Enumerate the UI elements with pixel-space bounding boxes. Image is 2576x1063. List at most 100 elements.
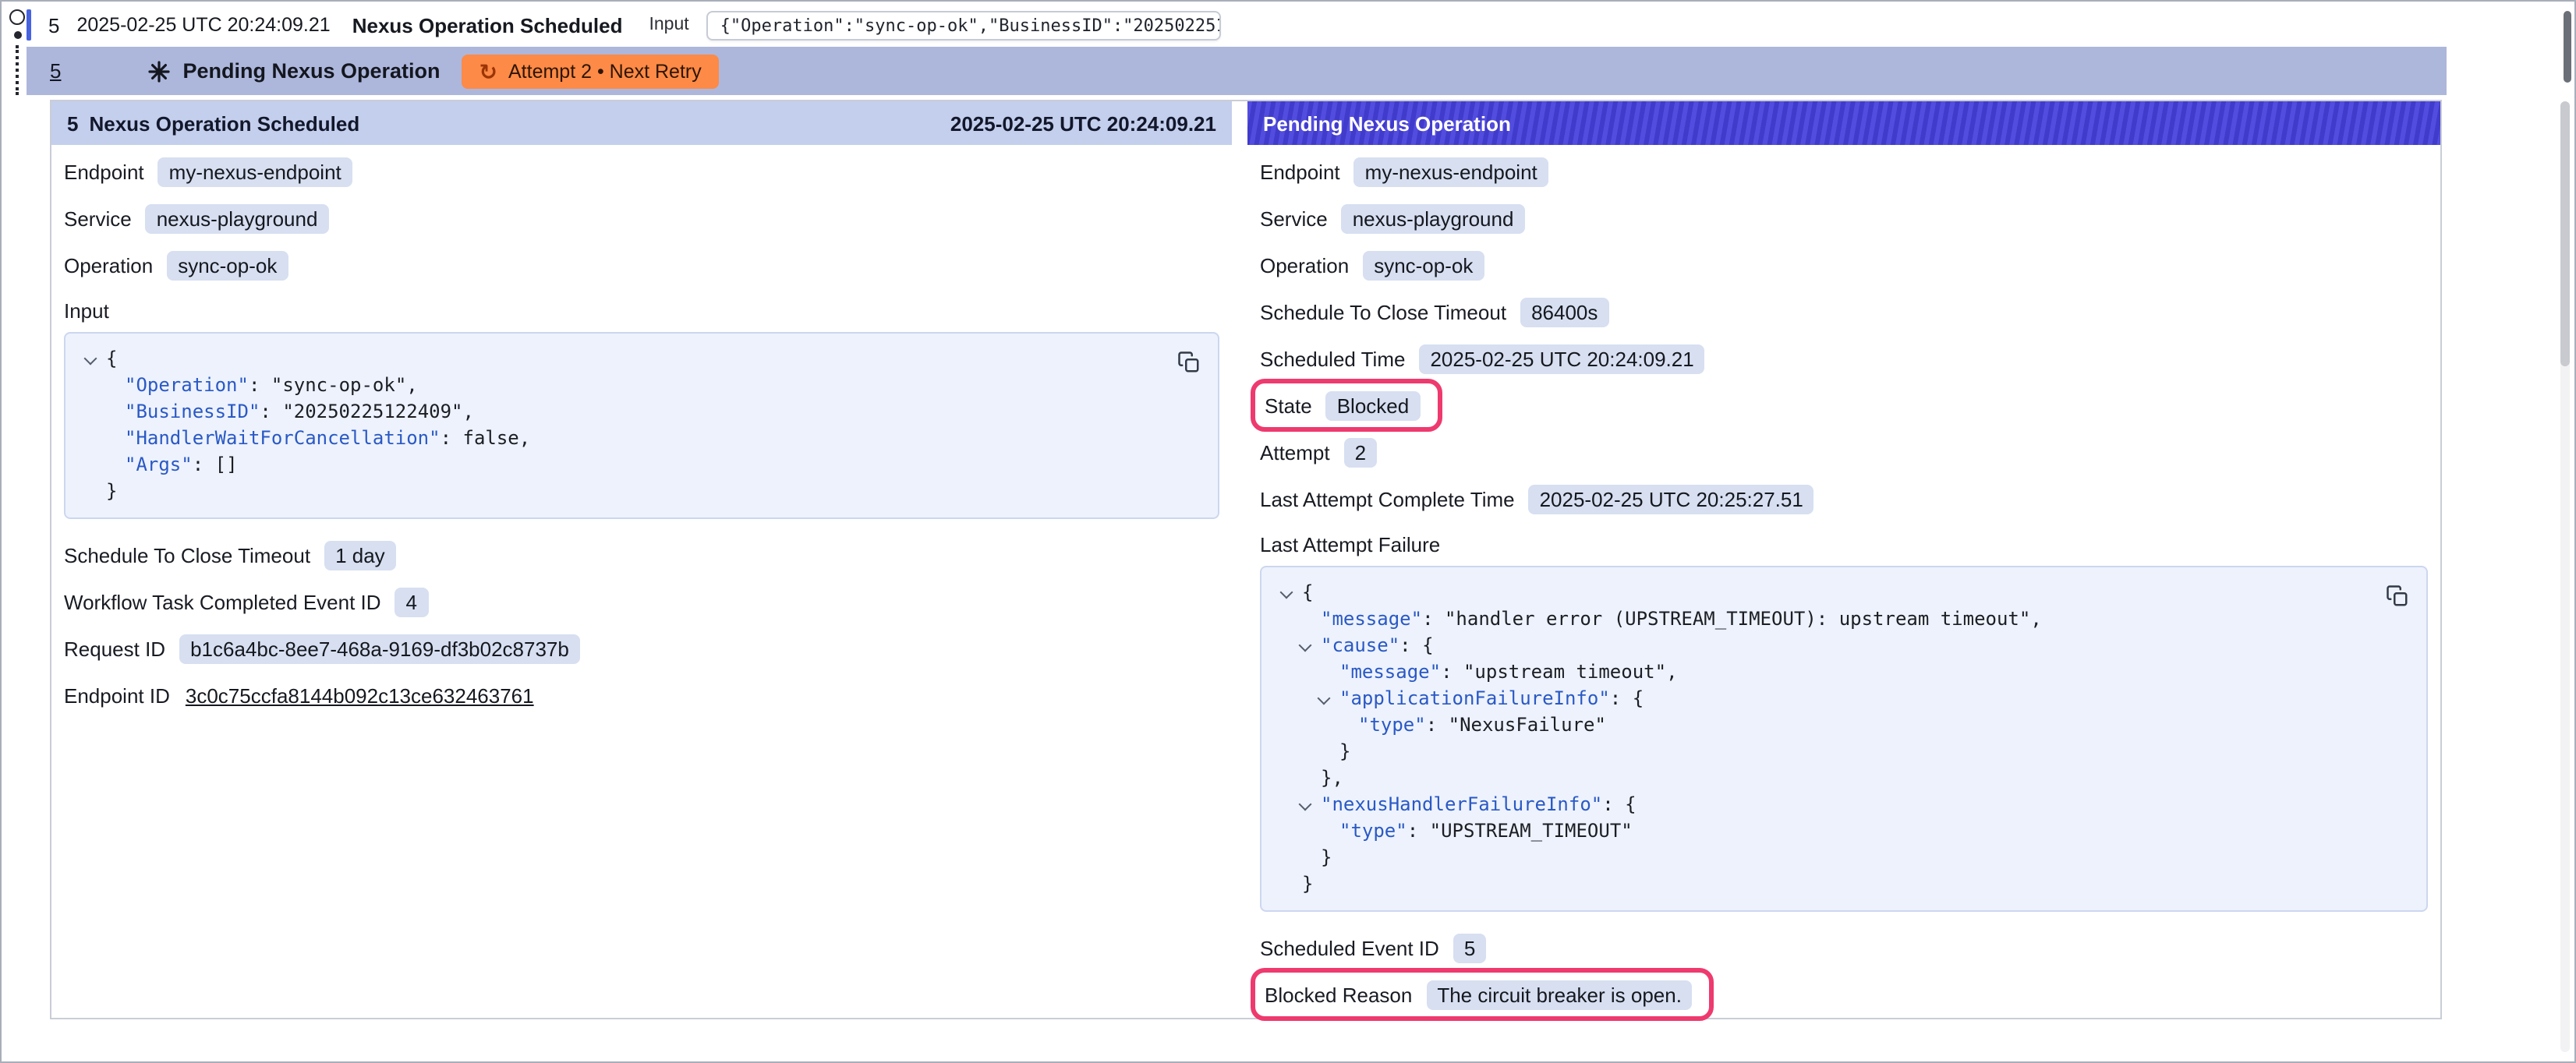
code-line: "nexusHandlerFailureInfo": { (1277, 792, 2411, 818)
field-label-state: State (1265, 394, 1312, 417)
event-detail-header-timestamp: 2025-02-25 UTC 20:24:09.21 (950, 111, 1216, 135)
field-row-service: Service nexus-playground (64, 195, 1219, 242)
code-indent (1296, 606, 1321, 633)
collapse-chevron-icon[interactable] (1277, 580, 1302, 606)
copy-button[interactable] (1173, 346, 1204, 377)
pending-row-title: Pending Nexus Operation (182, 59, 440, 83)
field-value-endpoint: my-nexus-endpoint (1354, 157, 1548, 186)
code-line: } (1277, 871, 2411, 898)
field-label-schedule-to-close-timeout: Schedule To Close Timeout (1260, 300, 1506, 323)
field-label-endpoint: Endpoint (64, 160, 144, 183)
json-token: : (260, 399, 282, 426)
scrollbar-thumb[interactable] (2560, 101, 2570, 366)
code-indent (1315, 739, 1339, 765)
field-value-endpoint-id[interactable]: 3c0c75ccfa8144b092c13ce632463761 (184, 683, 536, 707)
field-label-endpoint: Endpoint (1260, 160, 1340, 183)
json-token: : (1441, 659, 1463, 686)
code-line: "cause": { (1277, 633, 2411, 659)
code-indent (1296, 845, 1321, 871)
nexus-asterisk-icon (148, 60, 170, 82)
json-key: "Operation" (125, 373, 249, 399)
event-input-preview-chip[interactable]: {"Operation":"sync-op-ok","BusinessID":"… (706, 10, 1221, 40)
code-line: "HandlerWaitForCancellation": false, (81, 426, 1202, 452)
code-indent (100, 399, 125, 426)
pending-event-id-link[interactable]: 5 (50, 59, 61, 83)
pending-panel-header: Pending Nexus Operation (1247, 101, 2440, 145)
json-token: , (463, 399, 474, 426)
code-indent (1277, 871, 1302, 898)
code-line: "BusinessID": "20250225122409", (81, 399, 1202, 426)
code-line: "type": "NexusFailure" (1277, 712, 2411, 739)
rows-scrollbar-thumb[interactable] (2564, 11, 2571, 83)
event-detail-header: 5 Nexus Operation Scheduled 2025-02-25 U… (51, 101, 1232, 145)
field-row-state: State Blocked (1251, 379, 1442, 432)
json-token: "NexusFailure" (1449, 712, 1606, 739)
json-token: } (1302, 871, 1313, 898)
field-row-endpoint: Endpoint my-nexus-endpoint (64, 148, 1219, 195)
json-token: { (1422, 633, 1433, 659)
json-key: "type" (1339, 818, 1407, 845)
event-row-nexus-operation-scheduled[interactable]: 5 2025-02-25 UTC 20:24:09.21 Nexus Opera… (27, 3, 2543, 47)
json-token: } (106, 479, 117, 505)
json-token: } (1339, 739, 1350, 765)
pending-fields-bottom: Scheduled Event ID 5 Blocked Reason The … (1247, 924, 2440, 1021)
field-value-last-attempt-complete-time: 2025-02-25 UTC 20:25:27.51 (1529, 484, 1814, 514)
focus-indicator (27, 9, 31, 41)
field-label-blocked-reason: Blocked Reason (1265, 983, 1412, 1006)
field-value-schedule-to-close-timeout: 86400s (1520, 297, 1608, 327)
event-detail-header-id: 5 (67, 111, 78, 135)
json-token: { (1302, 580, 1313, 606)
event-detail-fields-top: Endpoint my-nexus-endpoint Service nexus… (51, 148, 1232, 288)
json-key: "message" (1339, 659, 1441, 686)
code-indent (100, 452, 125, 479)
field-label-attempt: Attempt (1260, 440, 1330, 464)
collapse-chevron-icon[interactable] (1315, 686, 1339, 712)
copy-button[interactable] (2381, 580, 2412, 611)
json-key: "Args" (125, 452, 193, 479)
event-detail-fields-bottom: Schedule To Close Timeout 1 day Workflow… (51, 532, 1232, 719)
json-token: : (441, 426, 463, 452)
json-token: : (1399, 633, 1422, 659)
field-label-request-id: Request ID (64, 637, 165, 660)
field-row-service: Service nexus-playground (1260, 195, 2428, 242)
vertical-scrollbar[interactable] (2560, 101, 2570, 1052)
field-row-operation: Operation sync-op-ok (1260, 242, 2428, 288)
json-token: "upstream timeout" (1463, 659, 1666, 686)
field-value-request-id: b1c6a4bc-8ee7-468a-9169-df3b02c8737b (179, 634, 580, 663)
timeline-dashed-line (16, 45, 19, 95)
collapse-chevron-icon[interactable] (1296, 633, 1321, 659)
code-line: } (1277, 739, 2411, 765)
code-indent (1315, 659, 1339, 686)
field-value-operation: sync-op-ok (1363, 250, 1484, 280)
field-value-workflow-task-completed-event-id: 4 (395, 587, 428, 616)
json-token: : (193, 452, 215, 479)
code-line: "Args": [] (81, 452, 1202, 479)
json-token: { (1625, 792, 1636, 818)
collapse-chevron-icon[interactable] (81, 346, 106, 373)
field-value-operation: sync-op-ok (167, 250, 288, 280)
field-label-last-attempt-complete-time: Last Attempt Complete Time (1260, 487, 1515, 510)
json-key: "nexusHandlerFailureInfo" (1321, 792, 1602, 818)
input-code-lines: {"Operation": "sync-op-ok","BusinessID":… (81, 346, 1202, 505)
failure-code-block: {"message": "handler error (UPSTREAM_TIM… (1260, 566, 2428, 912)
event-detail-header-name: Nexus Operation Scheduled (89, 111, 359, 135)
collapse-chevron-icon[interactable] (1296, 792, 1321, 818)
code-indent (100, 373, 125, 399)
field-row-schedule-to-close-timeout: Schedule To Close Timeout 86400s (1260, 288, 2428, 335)
field-value-schedule-to-close-timeout: 1 day (324, 540, 396, 570)
event-title: Nexus Operation Scheduled (352, 13, 623, 37)
event-id[interactable]: 5 (48, 13, 59, 37)
field-row-request-id: Request ID b1c6a4bc-8ee7-468a-9169-df3b0… (64, 625, 1219, 672)
pending-nexus-operation-row[interactable]: 5 Pending Nexus Operation ↻ Attempt 2 • … (27, 47, 2447, 95)
field-label-endpoint-id: Endpoint ID (64, 683, 170, 707)
code-indent (81, 479, 106, 505)
json-token: { (106, 346, 117, 373)
json-token: "20250225122409" (282, 399, 462, 426)
field-value-state: Blocked (1326, 390, 1421, 420)
pending-panel-title: Pending Nexus Operation (1263, 111, 1511, 135)
json-token: : (249, 373, 271, 399)
json-token: , (1666, 659, 1677, 686)
json-key: "message" (1321, 606, 1422, 633)
json-key: "HandlerWaitForCancellation" (125, 426, 441, 452)
json-token: : (1610, 686, 1633, 712)
